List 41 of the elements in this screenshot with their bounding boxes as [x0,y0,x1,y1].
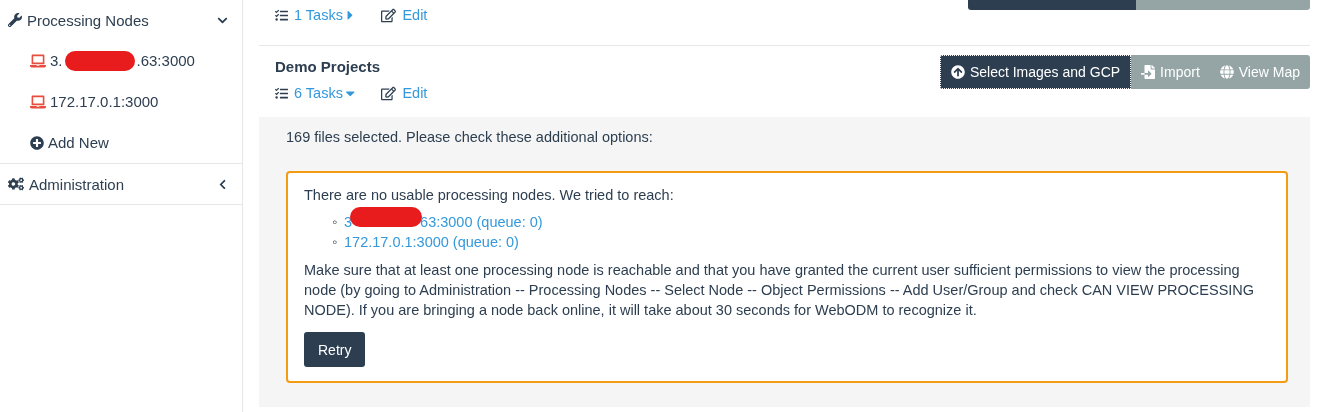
sidebar-item[interactable]: 172.17.0.1:3000 [0,81,242,122]
item-label: Add New [48,134,109,151]
gears-icon [8,176,24,192]
toolbar-button[interactable]: View Map [1209,55,1310,89]
list-bullet: ◦ [332,213,339,232]
toolbar-button[interactable]: Import [1131,55,1210,89]
sidebar-item[interactable]: 3. .63:3000 [0,40,242,81]
retry-button[interactable]: Retry [304,332,366,367]
laptop-icon [30,52,46,69]
edit-icon [381,85,397,101]
item-label: .63:3000 [136,52,195,69]
chevron-left-icon [217,178,228,190]
selection-message: 169 files selected. Please check these additional options: [286,129,654,145]
tasks-link[interactable]: 6 Tasks [294,85,358,101]
alert-text: Make sure that at least one processing node is reachable and that you have granted the current user sufficient permissions to view the processing node (by going to Administration -- Processing Nodes -- Select Node -- Object Permissions -- Add User/Group and check CAN VIEW PROCESSING NODE). If you are bringing a node back online, it will take about 30 seconds for WebODM to recognize it. [304,261,1256,320]
alert-intro: There are no usable processing nodes. We tried to reach: [304,186,675,205]
node-link[interactable]: 63:3000 (queue: 0) [420,214,543,230]
plus-icon [30,135,44,150]
node-link[interactable]: 172.17.0.1:3000 (queue: 0) [344,234,519,250]
project-name: Demo Projects [275,58,382,75]
node-link[interactable]: 3 [344,214,353,230]
tasks-link[interactable]: 1 Tasks [294,7,358,23]
sidebar-item[interactable]: Add New [0,122,242,163]
section-label: Processing Nodes [27,11,150,29]
list-bullet: ◦ [332,233,339,252]
tasks-icon [275,8,288,22]
sidebar-section[interactable]: Administration [0,164,242,205]
globe-icon [1219,65,1234,79]
edit-icon [381,7,397,23]
tasks-icon [275,86,288,100]
section-label: Administration [29,175,126,193]
item-label: 3. [50,52,63,69]
edit-link[interactable]: Edit [402,85,428,101]
toolbar-button[interactable]: Select Images and GCP [939,55,1132,89]
sidebar-section[interactable]: Processing Nodes [0,0,242,40]
item-label: 172.17.0.1:3000 [50,93,159,110]
import-icon [1141,65,1156,79]
edit-link[interactable]: Edit [402,7,428,23]
laptop-icon [30,93,46,110]
upload-icon [950,65,965,79]
wrench-icon [8,13,22,27]
